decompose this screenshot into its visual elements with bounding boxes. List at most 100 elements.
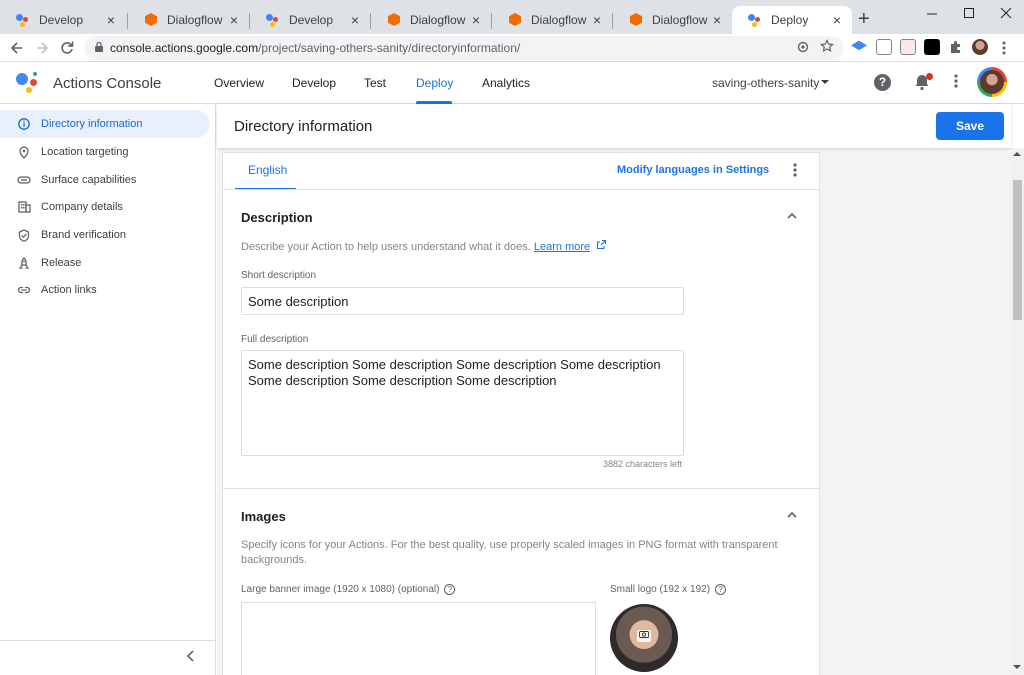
- short-description-input[interactable]: Some description: [241, 287, 684, 315]
- browser-tab[interactable]: Dialogflow ×: [492, 6, 612, 34]
- camera-icon[interactable]: [637, 630, 651, 642]
- shield-check-icon: [17, 228, 31, 242]
- tab-analytics[interactable]: Analytics: [482, 76, 530, 90]
- page-header: Directory information Save: [217, 104, 1011, 148]
- short-description-label: Short description: [241, 270, 317, 281]
- divider: [223, 488, 819, 489]
- help-circle-icon[interactable]: ?: [715, 584, 727, 595]
- save-button[interactable]: Save: [936, 112, 1004, 140]
- scroll-up-arrow-icon[interactable]: [1013, 150, 1021, 159]
- address-bar[interactable]: console.actions.google.com/project/savin…: [84, 36, 844, 60]
- close-icon[interactable]: ×: [469, 12, 483, 28]
- sidebar-item-brand-verification[interactable]: Brand verification: [0, 221, 210, 249]
- location-pin-icon: [17, 145, 31, 159]
- tab-develop[interactable]: Develop: [292, 76, 336, 90]
- chevron-up-icon[interactable]: [786, 210, 798, 225]
- sidebar-item-label: Directory information: [41, 118, 143, 130]
- dialogflow-icon: [629, 13, 643, 27]
- scroll-down-arrow-icon[interactable]: [1013, 663, 1021, 672]
- browser-tab-active[interactable]: Deploy ×: [732, 6, 852, 34]
- more-vert-icon[interactable]: [793, 161, 797, 183]
- extension-graduation-icon[interactable]: [851, 40, 867, 51]
- close-icon[interactable]: ×: [348, 12, 362, 28]
- tab-english[interactable]: English: [248, 163, 287, 177]
- sidebar-item-label: Release: [41, 257, 82, 269]
- extension-jb-icon[interactable]: [924, 39, 940, 55]
- browser-toolbar: console.actions.google.com/project/savin…: [0, 34, 1024, 62]
- small-logo-label: Small logo (192 x 192)?: [610, 584, 727, 595]
- sidebar-item-release[interactable]: Release: [0, 249, 210, 277]
- scrollbar-thumb[interactable]: [1013, 180, 1022, 320]
- collapse-sidebar-chevron-left-icon[interactable]: [186, 649, 196, 666]
- profile-avatar[interactable]: [972, 39, 988, 55]
- tab-title: Dialogflow: [167, 13, 223, 27]
- window-close-icon[interactable]: [1000, 4, 1012, 27]
- close-icon[interactable]: ×: [104, 12, 118, 28]
- sidebar-item-directory-information[interactable]: Directory information: [0, 110, 210, 138]
- browser-tab[interactable]: Dialogflow ×: [613, 6, 732, 34]
- caret-down-icon[interactable]: [820, 75, 830, 92]
- close-icon[interactable]: ×: [710, 12, 724, 28]
- reload-icon[interactable]: [60, 38, 74, 64]
- url-host: console.actions.google.com: [110, 41, 259, 55]
- extension-cast-icon[interactable]: [900, 39, 916, 55]
- back-icon[interactable]: [10, 38, 24, 64]
- close-icon[interactable]: ×: [590, 12, 604, 28]
- tab-title: Develop: [39, 13, 84, 27]
- browser-tab[interactable]: Develop ×: [250, 6, 370, 34]
- sidebar-item-location-targeting[interactable]: Location targeting: [0, 138, 210, 166]
- app-header: Actions Console Overview Develop Test De…: [0, 62, 1024, 104]
- location-target-icon[interactable]: [796, 40, 810, 57]
- open-in-new-icon[interactable]: [596, 239, 607, 255]
- sidebar-item-label: Company details: [41, 201, 123, 213]
- new-tab-button[interactable]: +: [858, 9, 870, 29]
- banner-image-upload[interactable]: [241, 602, 596, 675]
- account-avatar[interactable]: [977, 67, 1007, 97]
- tab-test[interactable]: Test: [364, 76, 386, 90]
- browser-tab[interactable]: Develop ×: [0, 6, 126, 34]
- browser-tab[interactable]: Dialogflow ×: [128, 6, 249, 34]
- modify-languages-link[interactable]: Modify languages in Settings: [617, 164, 769, 176]
- images-helper: Specify icons for your Actions. For the …: [241, 539, 778, 566]
- small-logo-image[interactable]: [610, 604, 678, 672]
- description-section-title: Description: [241, 210, 313, 225]
- extension-page-icon[interactable]: [876, 39, 892, 55]
- characters-left-counter: 3882 characters left: [603, 459, 683, 469]
- link-icon: [17, 283, 31, 297]
- lock-icon: [94, 41, 104, 56]
- page-title: Directory information: [234, 118, 373, 135]
- tab-overview[interactable]: Overview: [214, 76, 264, 90]
- close-icon[interactable]: ×: [830, 12, 844, 28]
- description-helper: Describe your Action to help users under…: [241, 239, 607, 255]
- app-title: Actions Console: [53, 75, 162, 92]
- notification-badge: [926, 73, 933, 80]
- divider: [223, 189, 819, 190]
- more-vert-icon[interactable]: [954, 72, 958, 95]
- directory-card: English Modify languages in Settings Des…: [222, 152, 820, 675]
- help-icon[interactable]: ?: [874, 74, 891, 91]
- project-selector[interactable]: saving-others-sanity: [712, 76, 819, 90]
- actions-icon: [266, 13, 280, 27]
- dialogflow-icon: [144, 13, 158, 27]
- main-content: Directory information Save English Modif…: [217, 104, 1011, 675]
- tab-deploy[interactable]: Deploy: [416, 76, 453, 90]
- bookmark-star-icon[interactable]: [819, 39, 835, 58]
- sidebar-item-action-links[interactable]: Action links: [0, 276, 210, 304]
- close-icon[interactable]: ×: [227, 12, 241, 28]
- full-description-textarea[interactable]: Some description Some description Some d…: [241, 350, 684, 456]
- sidebar-item-company-details[interactable]: Company details: [0, 193, 210, 221]
- minimize-icon[interactable]: [926, 4, 938, 27]
- tab-title: Deploy: [771, 13, 809, 27]
- sidebar-item-label: Location targeting: [41, 146, 129, 158]
- help-circle-icon[interactable]: ?: [444, 584, 456, 595]
- extensions-puzzle-icon[interactable]: [948, 39, 964, 55]
- chevron-up-icon[interactable]: [786, 509, 798, 524]
- forward-icon[interactable]: [35, 38, 49, 64]
- learn-more-link[interactable]: Learn more: [534, 241, 590, 253]
- maximize-icon[interactable]: [963, 4, 975, 27]
- full-description-label: Full description: [241, 334, 309, 345]
- browser-menu-icon[interactable]: [1002, 38, 1006, 64]
- browser-tab[interactable]: Dialogflow ×: [371, 6, 491, 34]
- actions-icon: [16, 13, 30, 27]
- sidebar-item-surface-capabilities[interactable]: Surface capabilities: [0, 166, 210, 194]
